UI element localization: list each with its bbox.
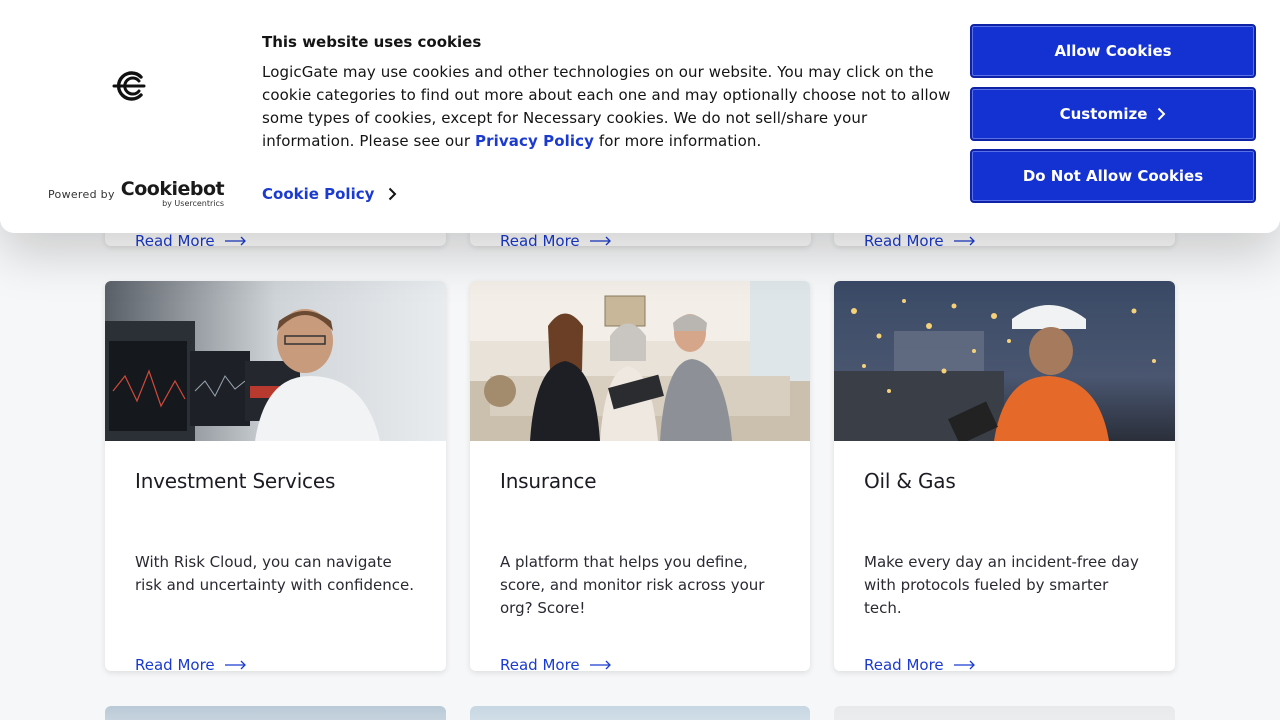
cookie-description: LogicGate may use cookies and other tech… [262, 61, 952, 153]
read-more-link[interactable]: Read More [500, 232, 612, 250]
arrow-right-icon [953, 660, 975, 670]
cookie-policy-label: Cookie Policy [262, 185, 375, 203]
privacy-policy-link[interactable]: Privacy Policy [475, 132, 594, 150]
arrow-right-icon [224, 660, 246, 670]
card-description: Make every day an incident-free day with… [864, 553, 1139, 617]
read-more-link[interactable]: Read More [864, 232, 976, 250]
chevron-right-icon [389, 187, 397, 201]
card-insurance[interactable]: Insurance A platform that helps you defi… [470, 281, 810, 671]
cookie-policy-link[interactable]: Cookie Policy [262, 185, 397, 203]
read-more-label: Read More [500, 656, 580, 671]
read-more-link[interactable]: Read More [500, 656, 612, 671]
chevron-right-icon [1158, 107, 1166, 121]
read-more-label: Read More [864, 232, 944, 250]
card-title: Insurance [500, 469, 597, 493]
logicgate-logo-icon [112, 71, 146, 101]
read-more-link[interactable]: Read More [135, 232, 247, 250]
card-image-refinery [834, 281, 1175, 441]
card-title: Investment Services [135, 469, 336, 493]
card-bottom-2 [470, 706, 810, 720]
arrow-right-icon [589, 660, 611, 670]
cookiebot-logo-icon: Cookiebot by Usercentrics [120, 178, 225, 208]
card-bottom-3 [834, 706, 1175, 720]
cookiebot-sub: by Usercentrics [162, 199, 225, 208]
customize-label: Customize [1059, 105, 1148, 123]
arrow-right-icon [224, 236, 246, 246]
customize-button[interactable]: Customize [970, 87, 1256, 141]
cookie-banner: Powered by Cookiebot by Usercentrics Thi… [0, 0, 1280, 233]
card-image-insurance [470, 281, 810, 441]
cookie-body-text-end: for more information. [594, 132, 762, 150]
read-more-label: Read More [135, 656, 215, 671]
card-bottom-1 [105, 706, 446, 720]
cookie-title: This website uses cookies [262, 33, 482, 51]
card-oil-gas[interactable]: Oil & Gas Make every day an incident-fre… [834, 281, 1175, 671]
read-more-label: Read More [864, 656, 944, 671]
deny-cookies-label: Do Not Allow Cookies [1022, 167, 1204, 185]
do-not-allow-cookies-button[interactable]: Do Not Allow Cookies [970, 149, 1256, 203]
card-image-trading [105, 281, 446, 441]
arrow-right-icon [953, 236, 975, 246]
arrow-right-icon [589, 236, 611, 246]
read-more-label: Read More [135, 232, 215, 250]
allow-cookies-button[interactable]: Allow Cookies [970, 24, 1256, 78]
read-more-link[interactable]: Read More [135, 656, 247, 671]
read-more-link[interactable]: Read More [864, 656, 976, 671]
card-description: A platform that helps you define, score,… [500, 553, 765, 617]
card-investment-services[interactable]: Investment Services With Risk Cloud, you… [105, 281, 446, 671]
card-title: Oil & Gas [864, 469, 956, 493]
read-more-label: Read More [500, 232, 580, 250]
cookiebot-brand: Cookiebot [120, 178, 225, 200]
powered-by-label: Powered by [48, 187, 115, 201]
powered-by-cookiebot[interactable]: Powered by Cookiebot by Usercentrics [48, 178, 225, 208]
allow-cookies-label: Allow Cookies [1054, 42, 1172, 60]
card-description: With Risk Cloud, you can navigate risk a… [135, 553, 414, 594]
